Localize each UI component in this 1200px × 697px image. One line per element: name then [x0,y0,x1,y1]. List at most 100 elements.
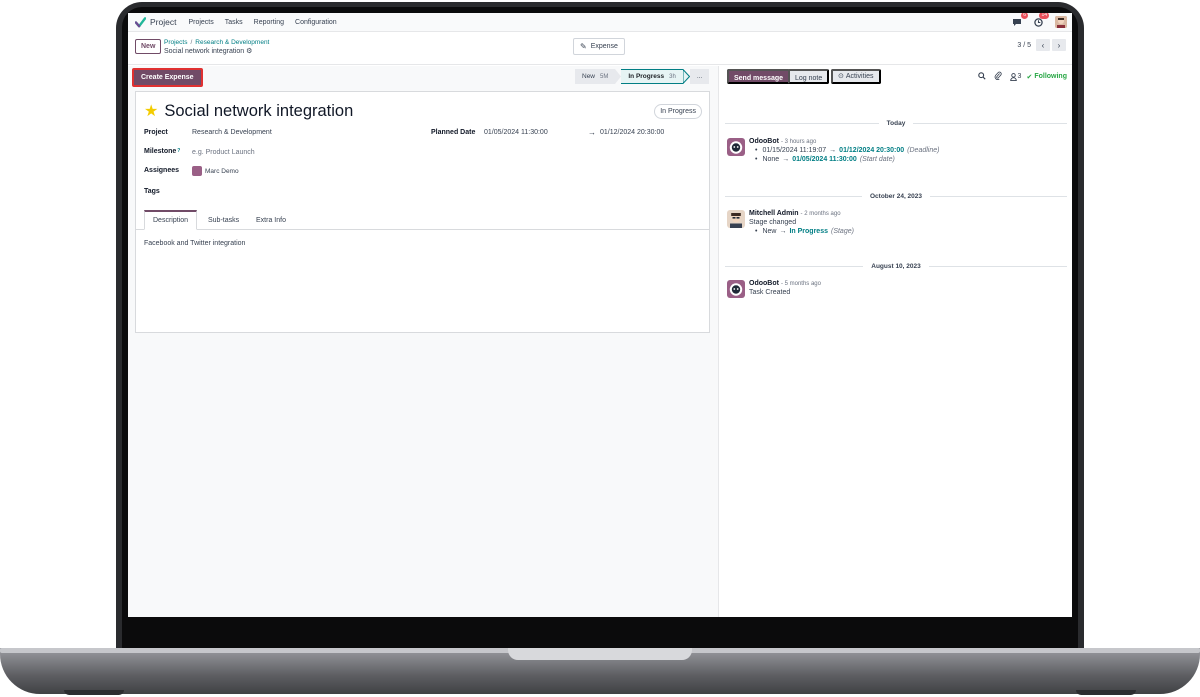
tracking-field: (Stage) [830,228,854,235]
planned-end-field[interactable]: 01/12/2024 20:30:00 [600,129,664,136]
message-author-name[interactable]: OdooBot [749,138,779,145]
record-name-text: Social network integration [164,48,245,55]
odoobot-avatar[interactable] [727,138,745,156]
mitchell-admin-avatar[interactable] [727,210,745,228]
chat-icon[interactable]: 6 [1011,13,1028,28]
bullet: • [755,147,758,154]
log-note-button[interactable]: Log note [788,69,830,84]
tracking-old: None [762,156,780,163]
date-separator: Today [725,118,1067,128]
tracking-new: 01/12/2024 20:30:00 [839,147,905,154]
tracking-field: (Start date) [859,156,895,163]
breadcrumb-separator: / [190,39,193,46]
project-field[interactable]: Research & Development [192,129,272,136]
breadcrumb-projects[interactable]: Projects [164,39,187,46]
task-title[interactable]: Social network integration [164,102,353,121]
expense-smart-button[interactable]: ✎ Expense [573,38,625,55]
menu-reporting[interactable]: Reporting [254,19,284,26]
assignee-tag[interactable]: Marc Demo [192,166,239,176]
project-app-icon [135,16,146,27]
followers-icon[interactable]: 3 [1009,72,1022,81]
clock-icon[interactable]: 14 [1032,13,1049,28]
title-row: ★ Social network integration [144,102,353,121]
navbar-systray: 6 14 [1002,13,1067,28]
message-body: OdooBot - 3 hours ago • 01/15/2024 11:19:… [749,138,1067,163]
notebook-tabs: Description Sub-tasks Extra Info [136,209,709,230]
activities-button[interactable]: ⊙ Activities [831,69,881,84]
project-label: Project [144,129,168,136]
arrow-right-icon: → [588,128,596,137]
stage-more-label: ... [696,73,703,80]
breadcrumb-project[interactable]: Research & Development [195,39,269,46]
odoobot-avatar[interactable] [727,280,745,298]
followers-count: 3 [1017,73,1022,80]
milestone-field[interactable]: e.g. Product Launch [192,149,255,156]
message-text: Task Created [749,289,791,296]
message-author-name[interactable]: OdooBot [749,280,779,287]
pager-value[interactable]: 3 / 5 [1017,42,1031,49]
following-button[interactable]: ✔ Following [1026,73,1067,81]
star-icon[interactable]: ★ [144,103,158,120]
message-author-name[interactable]: Mitchell Admin [749,210,799,217]
chevron-right-icon[interactable]: › [1052,39,1066,51]
expense-label: Expense [590,43,618,50]
stage-in-progress[interactable]: In Progress 3h [621,69,683,84]
date-separator: August 10, 2023 [725,261,1067,271]
bullet: • [755,156,758,163]
pager: 3 / 5 ‹ › [1017,39,1066,51]
app-name: Project [150,17,177,27]
planned-start-field[interactable]: 01/05/2024 11:30:00 [484,129,548,136]
chevron-left-icon[interactable]: ‹ [1036,39,1050,51]
message-time: - 2 months ago [800,211,841,217]
create-expense-button[interactable]: Create Expense [132,68,203,87]
arrow-right-icon: → [782,156,790,163]
record-name: Social network integration ⚙ [164,47,252,55]
user-avatar[interactable] [1055,16,1067,28]
tracking-value: • None → 01/05/2024 11:30:00 (Start date… [749,156,1067,163]
bullet: • [755,228,758,235]
milestone-label-text: Milestone [144,148,177,155]
date-separator-label: October 24, 2023 [869,192,923,200]
menu-tasks[interactable]: Tasks [225,19,243,26]
laptop-foot-left [64,690,124,695]
stage-arrow-icon [682,69,690,84]
date-separator: October 24, 2023 [725,191,1067,201]
menu-configuration[interactable]: Configuration [295,19,337,26]
menu-projects[interactable]: Projects [188,19,213,26]
help-icon[interactable]: ? [177,148,180,154]
new-button[interactable]: New [135,39,162,54]
pencil-icon: ✎ [580,42,587,51]
message-body: Mitchell Admin - 2 months ago Stage chang… [749,210,1067,235]
top-navbar: Project Projects Tasks Reporting Configu… [128,13,1072,32]
control-panel: New Projects / Research & Development Soci… [128,33,1072,65]
status-badge[interactable]: In Progress [654,104,702,119]
screen: Project Projects Tasks Reporting Configu… [128,13,1072,617]
app-brand[interactable]: Project [135,16,177,28]
message-time: - 3 hours ago [780,139,817,145]
tracking-value: • 01/15/2024 11:19:07 → 01/12/2024 20:30… [749,147,1067,154]
stage-in-progress-meta: 3h [669,74,676,80]
breadcrumb: Projects / Research & Development [164,39,269,46]
form-statusbar: Create Expense New 5M In Progress 3h ... [128,66,718,88]
chatter-tools: 3 ✔ Following [970,71,1067,82]
tracking-new: In Progress [789,228,828,235]
send-message-button[interactable]: Send message [727,69,791,84]
tracking-value: • New → In Progress (Stage) [749,228,1067,235]
paperclip-icon[interactable] [994,71,1002,82]
stage-new[interactable]: New 5M [575,69,616,84]
tab-description[interactable]: Description [144,210,198,230]
description-field[interactable]: Facebook and Twitter integration [144,240,245,247]
tracking-new: 01/05/2024 11:30:00 [792,156,857,163]
tab-extra-info[interactable]: Extra Info [247,210,295,230]
message-author: Mitchell Admin - 2 months ago [749,210,1067,217]
gear-icon[interactable]: ⚙ [246,48,252,55]
stage-new-label: New [582,73,596,80]
tab-sub-tasks[interactable]: Sub-tasks [199,210,248,230]
stage-more[interactable]: ... [689,69,710,84]
activity-badge: 14 [1039,13,1049,19]
arrow-right-icon: → [829,147,837,154]
date-separator-label: Today [886,119,906,127]
search-icon[interactable] [977,71,986,82]
tracking-old: New [762,228,777,235]
message-body: OdooBot - 5 months ago Task Created [749,280,1067,296]
